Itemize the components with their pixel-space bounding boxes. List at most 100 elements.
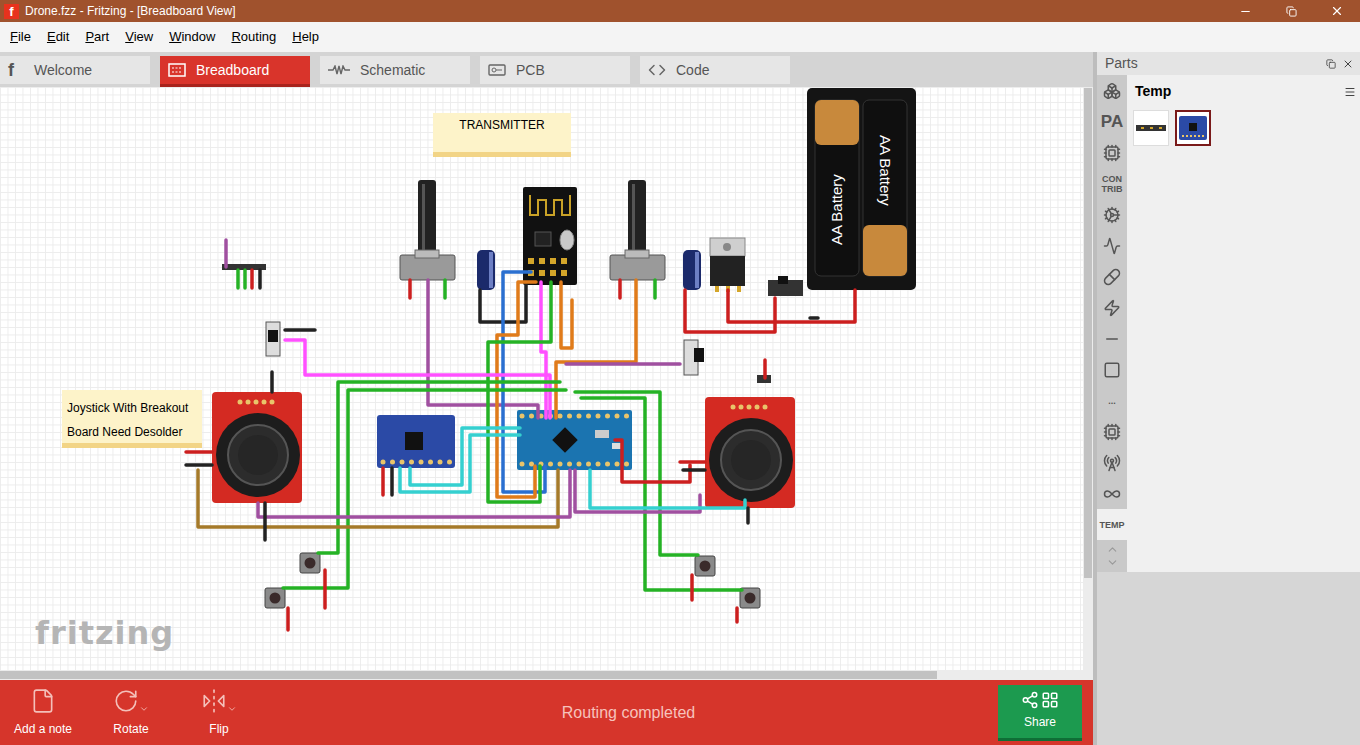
bin-menu-icon[interactable] xyxy=(1344,86,1356,98)
horizontal-scrollbar[interactable] xyxy=(0,670,1093,680)
menu-item[interactable]: Edit xyxy=(39,27,77,47)
wire[interactable] xyxy=(590,470,745,508)
wire[interactable] xyxy=(488,282,551,502)
bin-part[interactable] xyxy=(1133,110,1169,146)
wire[interactable] xyxy=(575,470,700,512)
breadboard-canvas[interactable]: AA BatteryAA Battery TRANSMITTER Joystick … xyxy=(0,87,1083,670)
potentiometer[interactable] xyxy=(610,180,665,280)
capacitor[interactable] xyxy=(683,250,701,290)
wire[interactable] xyxy=(735,608,739,622)
float-icon[interactable] xyxy=(1326,59,1336,69)
close-button[interactable] xyxy=(1314,4,1360,18)
menu-item[interactable]: Part xyxy=(77,27,117,47)
slide-switch[interactable] xyxy=(684,340,704,375)
wire[interactable] xyxy=(250,270,254,288)
wire[interactable] xyxy=(258,270,262,288)
wire[interactable] xyxy=(236,270,240,288)
wire[interactable] xyxy=(243,270,247,288)
wire[interactable] xyxy=(575,392,698,555)
slide-switch[interactable] xyxy=(768,276,803,296)
wire[interactable] xyxy=(581,398,742,590)
bin-tab[interactable] xyxy=(1097,323,1127,354)
push-button[interactable] xyxy=(300,553,320,573)
wire[interactable] xyxy=(653,280,657,298)
canvas-note[interactable]: Joystick With Breakout Board Need Desold… xyxy=(62,390,202,448)
mpu6050-board[interactable] xyxy=(377,415,455,468)
potentiometer[interactable] xyxy=(400,180,455,280)
wire[interactable] xyxy=(408,280,412,298)
bin-tab[interactable]: ... xyxy=(1097,385,1127,416)
bin-tab[interactable]: TEMP xyxy=(1097,509,1127,540)
wire[interactable] xyxy=(263,503,267,540)
minimize-button[interactable] xyxy=(1222,5,1268,18)
wire[interactable] xyxy=(680,460,705,464)
wire[interactable] xyxy=(561,282,572,348)
bin-scroll[interactable] xyxy=(1097,540,1127,572)
wire[interactable] xyxy=(286,608,290,630)
voltage-regulator[interactable] xyxy=(710,238,745,292)
wire[interactable] xyxy=(390,468,394,495)
wire[interactable] xyxy=(186,450,212,454)
view-tab[interactable]: fWelcome xyxy=(0,56,150,84)
wire[interactable] xyxy=(285,340,550,418)
slide-switch[interactable] xyxy=(266,322,280,356)
wire[interactable] xyxy=(685,290,775,332)
wire[interactable] xyxy=(323,570,327,608)
restore-button[interactable] xyxy=(1268,6,1314,17)
battery-holder[interactable]: AA BatteryAA Battery xyxy=(807,88,916,290)
wire[interactable] xyxy=(285,328,315,332)
bin-tab[interactable] xyxy=(1097,230,1127,261)
bin-tab[interactable] xyxy=(1097,416,1127,447)
wire[interactable] xyxy=(746,508,750,523)
menu-item[interactable]: Window xyxy=(161,27,223,47)
share-button[interactable]: Share xyxy=(998,685,1082,741)
vertical-scrollbar[interactable] xyxy=(1083,87,1093,670)
bin-tab[interactable]: CON TRIB xyxy=(1097,168,1127,199)
wire[interactable] xyxy=(618,280,622,298)
menu-item[interactable]: View xyxy=(117,27,161,47)
wire[interactable] xyxy=(428,280,538,418)
wire[interactable] xyxy=(683,468,705,472)
toolbar-button[interactable]: Rotate xyxy=(91,688,171,738)
wire[interactable] xyxy=(224,240,228,267)
bin-tab[interactable] xyxy=(1097,478,1127,509)
view-tab[interactable]: Code xyxy=(640,56,790,84)
bin-tab[interactable] xyxy=(1097,137,1127,168)
push-button[interactable] xyxy=(265,588,285,608)
menu-item[interactable]: File xyxy=(2,27,39,47)
bin-tab[interactable] xyxy=(1097,292,1127,323)
wire[interactable] xyxy=(810,316,818,320)
toolbar-button[interactable]: Add a note xyxy=(3,688,83,738)
menu-item[interactable]: Help xyxy=(284,27,327,47)
joystick-module[interactable] xyxy=(212,392,302,503)
bin-tab[interactable] xyxy=(1097,354,1127,385)
wire[interactable] xyxy=(763,360,767,378)
toolbar-button[interactable]: Flip xyxy=(179,688,259,738)
bin-tab[interactable] xyxy=(1097,447,1127,478)
view-tab[interactable]: Schematic xyxy=(320,56,470,84)
capacitor[interactable] xyxy=(477,250,495,290)
wire[interactable] xyxy=(728,290,855,322)
bin-tab[interactable] xyxy=(1097,199,1127,230)
joystick-module[interactable] xyxy=(705,397,795,508)
close-panel-icon[interactable] xyxy=(1342,58,1354,70)
view-tab[interactable]: Breadboard xyxy=(160,56,310,87)
wire[interactable] xyxy=(270,372,274,392)
bin-part[interactable] xyxy=(1175,110,1211,146)
wire[interactable] xyxy=(690,575,694,600)
menu-item[interactable]: Routing xyxy=(223,27,284,47)
view-tab[interactable]: PCB xyxy=(480,56,630,84)
breadboard-drawing[interactable]: AA BatteryAA Battery xyxy=(0,87,1083,670)
wire[interactable] xyxy=(566,362,680,366)
bin-tab[interactable] xyxy=(1097,75,1127,106)
push-button[interactable] xyxy=(695,556,715,576)
wire[interactable] xyxy=(410,428,520,485)
wire[interactable] xyxy=(443,280,447,298)
canvas-note[interactable]: TRANSMITTER xyxy=(433,113,571,157)
wire[interactable] xyxy=(381,468,385,495)
bin-tab[interactable] xyxy=(1097,261,1127,292)
bin-tab[interactable]: PA xyxy=(1097,106,1127,137)
wire[interactable] xyxy=(541,282,546,418)
wire[interactable] xyxy=(283,390,566,588)
wire[interactable] xyxy=(186,463,212,467)
